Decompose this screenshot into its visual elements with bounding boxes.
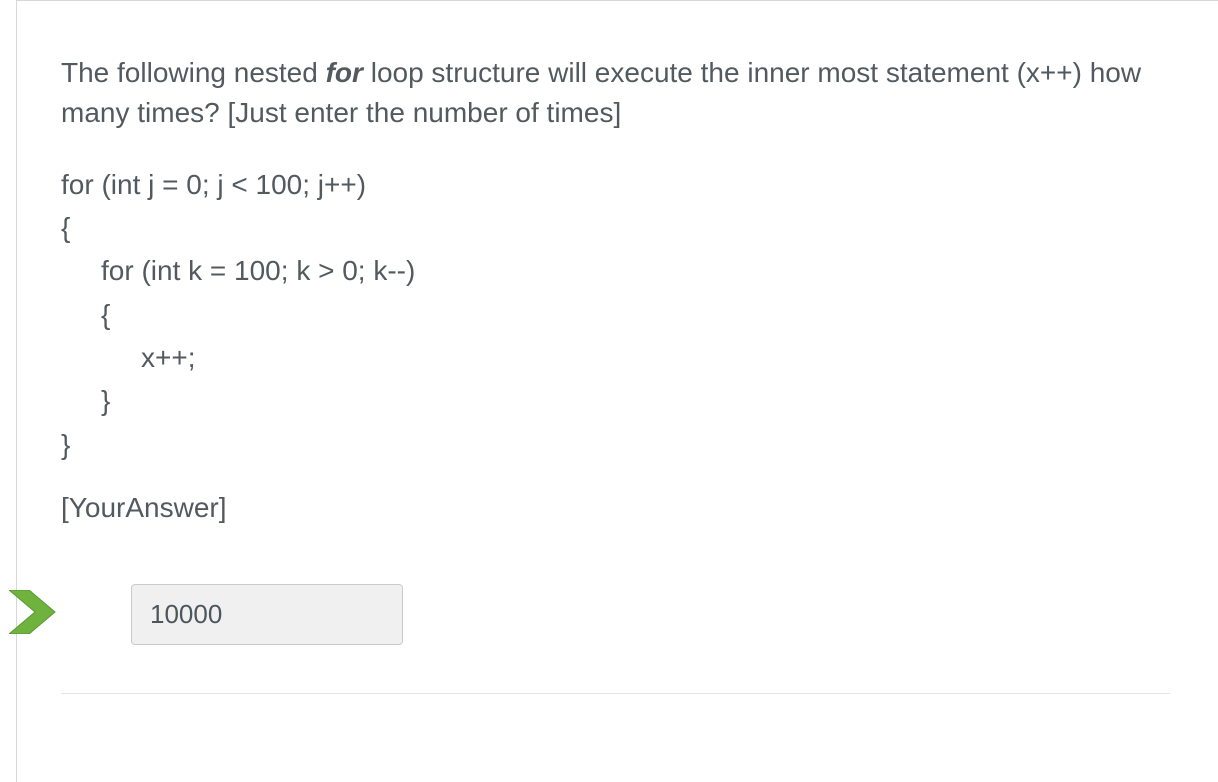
code-block: for (int j = 0; j < 100; j++) { for (int… <box>61 163 1170 467</box>
question-for-word: for <box>326 57 363 88</box>
code-line-2: { <box>61 212 70 243</box>
separator <box>61 693 1170 694</box>
your-answer-label: [YourAnswer] <box>61 492 1170 524</box>
code-line-1: for (int j = 0; j < 100; j++) <box>61 169 366 200</box>
code-line-3: for (int k = 100; k > 0; k--) <box>61 249 1170 292</box>
pointer-icon <box>9 590 65 634</box>
answer-input[interactable]: 10000 <box>131 584 403 645</box>
code-line-6: } <box>61 379 1170 422</box>
code-line-4: { <box>61 293 1170 336</box>
question-card: The following nested for loop structure … <box>16 0 1218 782</box>
code-line-5: x++; <box>61 336 1170 379</box>
question-intro-prefix: The following nested <box>61 57 326 88</box>
answer-row: 10000 <box>61 584 1170 645</box>
page: The following nested for loop structure … <box>0 0 1218 782</box>
code-line-7: } <box>61 429 70 460</box>
question-text: The following nested for loop structure … <box>61 53 1170 133</box>
